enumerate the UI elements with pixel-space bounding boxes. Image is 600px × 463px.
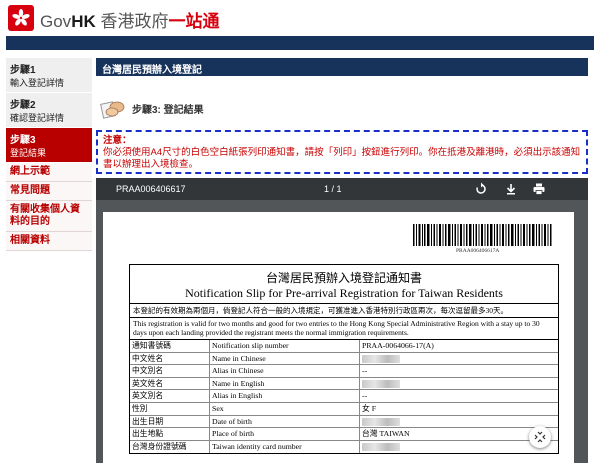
field-label-en: Alias in English <box>210 390 360 402</box>
pdf-page-indicator: 1 / 1 <box>324 184 342 194</box>
redacted-value <box>362 354 400 363</box>
barcode <box>413 224 552 246</box>
brand-hk: HK <box>71 12 96 31</box>
pdf-toolbar: PRAA006406617 1 / 1 <box>96 178 588 200</box>
field-label-zh: 英文姓名 <box>130 377 210 390</box>
pdf-page: PRAA006406617A 台灣居民預辦入境登記通知書 Notificatio… <box>103 212 574 463</box>
field-label-en: Place of birth <box>210 428 360 440</box>
table-row: 出生地點 Place of birth 台灣 TAIWAN <box>130 428 558 441</box>
step-subtitle: 輸入登記詳情 <box>10 78 65 88</box>
field-value: PRAA-0064066-17(A) <box>362 341 434 350</box>
hk-emblem-icon[interactable] <box>8 5 34 31</box>
field-label-zh: 中文別名 <box>130 365 210 377</box>
top-nav-bar <box>6 36 594 50</box>
step-heading-label: 步驟3: 登記結果 <box>132 104 204 116</box>
sidebar-step-1: 步驟1 輸入登記詳情 <box>6 58 92 93</box>
table-row: 台灣身份證號碼 Taiwan identity card number <box>130 440 558 454</box>
print-icon[interactable] <box>532 182 546 196</box>
slip-validity-zh: 本登記的有效期為兩個月，倘登記人符合一般的入境規定，可獲准進入香港特別行政區兩次… <box>130 304 558 318</box>
notice-heading: 注意： <box>103 135 132 146</box>
step-subtitle: 登記結果 <box>10 148 47 158</box>
page-title: 台灣居民預辦入境登記 <box>96 58 588 76</box>
sidebar-link-faq[interactable]: 常見問題 <box>6 182 92 201</box>
redacted-value <box>362 417 400 426</box>
step-heading: 步驟3: 登記結果 <box>96 96 588 120</box>
slip-validity-en: This registration is valid for two month… <box>130 318 558 340</box>
field-label-zh: 通知書號碼 <box>130 340 210 352</box>
step-title: 步驟1 <box>10 65 36 76</box>
field-label-zh: 中文姓名 <box>130 352 210 365</box>
field-label-en: Name in English <box>210 377 360 390</box>
pdf-filename: PRAA006406617 <box>116 184 186 194</box>
expand-icon <box>534 431 546 443</box>
barcode-number: PRAA006406617A <box>456 248 500 254</box>
step-title: 步驟2 <box>10 100 36 111</box>
field-label-en: Taiwan identity card number <box>210 440 360 454</box>
slip-details-table: 通知書號碼 Notification slip number PRAA-006406… <box>130 340 558 454</box>
step-subtitle: 確認登記詳情 <box>10 113 65 123</box>
pdf-viewer[interactable]: PRAA006406617 1 / 1 PRAA006406617A 台灣居民預… <box>96 178 588 463</box>
field-label-zh: 性別 <box>130 402 210 415</box>
redacted-value <box>362 379 400 388</box>
field-label-zh: 英文別名 <box>130 390 210 402</box>
field-label-en: Notification slip number <box>210 340 360 352</box>
download-icon[interactable] <box>504 182 518 196</box>
sidebar-link-online-demo[interactable]: 網上示範 <box>6 163 92 182</box>
field-value <box>360 416 558 428</box>
field-label-en: Date of birth <box>210 415 360 428</box>
govhk-brand[interactable]: GovHK 香港政府一站通 <box>40 7 219 32</box>
table-row: 英文別名 Alias in English -- <box>130 390 558 403</box>
field-label-en: Sex <box>210 402 360 415</box>
notice-text: 你必須使用A4尺寸的白色空白紙張列印通知書，請按「列印」按鈕進行列印。你在抵港及… <box>103 147 581 170</box>
field-value: -- <box>362 391 368 401</box>
notification-slip: 台灣居民預辦入境登記通知書 Notification Slip for Pre-… <box>129 264 559 455</box>
table-row: 通知書號碼 Notification slip number PRAA-006406… <box>130 340 558 353</box>
field-label-zh: 台灣身份證號碼 <box>130 440 210 454</box>
field-value: 女 F <box>362 403 377 413</box>
rotate-icon[interactable] <box>474 182 488 196</box>
brand-cn: 香港政府 <box>100 12 169 31</box>
redacted-value <box>362 442 400 451</box>
field-label-en: Name in Chinese <box>210 352 360 365</box>
field-label-zh: 出生地點 <box>130 428 210 440</box>
print-notice: 注意： 你必須使用A4尺寸的白色空白紙張列印通知書，請按「列印」按鈕進行列印。你… <box>96 130 588 174</box>
sidebar: 步驟1 輸入登記詳情 步驟2 確認登記詳情 步驟3 登記結果 網上示範 常見問題… <box>6 58 92 251</box>
sidebar-link-related-info[interactable]: 相關資料 <box>6 232 92 251</box>
field-label-en: Alias in Chinese <box>210 365 360 377</box>
table-row: 中文姓名 Name in Chinese <box>130 352 558 366</box>
step-title: 步驟3 <box>10 135 36 146</box>
sidebar-link-data-collection-purpose[interactable]: 有關收集個人資料的目的 <box>6 201 92 232</box>
site-header: GovHK 香港政府一站通 <box>0 0 600 36</box>
table-row: 英文姓名 Name in English <box>130 377 558 391</box>
slip-title-en: Notification Slip for Pre-arrival Regist… <box>130 286 558 304</box>
field-label-zh: 出生日期 <box>130 415 210 428</box>
table-row: 性別 Sex 女 F <box>130 402 558 416</box>
field-value: -- <box>362 366 368 376</box>
field-value <box>360 378 558 390</box>
slip-title-zh: 台灣居民預辦入境登記通知書 <box>265 271 422 285</box>
table-row: 中文別名 Alias in Chinese -- <box>130 365 558 378</box>
field-value <box>360 353 558 365</box>
hands-document-icon <box>100 97 126 119</box>
sidebar-step-2: 步驟2 確認登記詳情 <box>6 93 92 128</box>
brand-gov: Gov <box>40 12 72 31</box>
field-value <box>360 441 558 454</box>
brand-onestop: 一站通 <box>168 12 220 31</box>
sidebar-step-3-active: 步驟3 登記結果 <box>6 128 92 163</box>
table-row: 出生日期 Date of birth <box>130 415 558 429</box>
main-content: 台灣居民預辦入境登記 步驟3: 登記結果 注意： 你必須使用A4尺寸的白色空白紙… <box>96 58 588 174</box>
fit-page-button[interactable] <box>529 426 551 448</box>
